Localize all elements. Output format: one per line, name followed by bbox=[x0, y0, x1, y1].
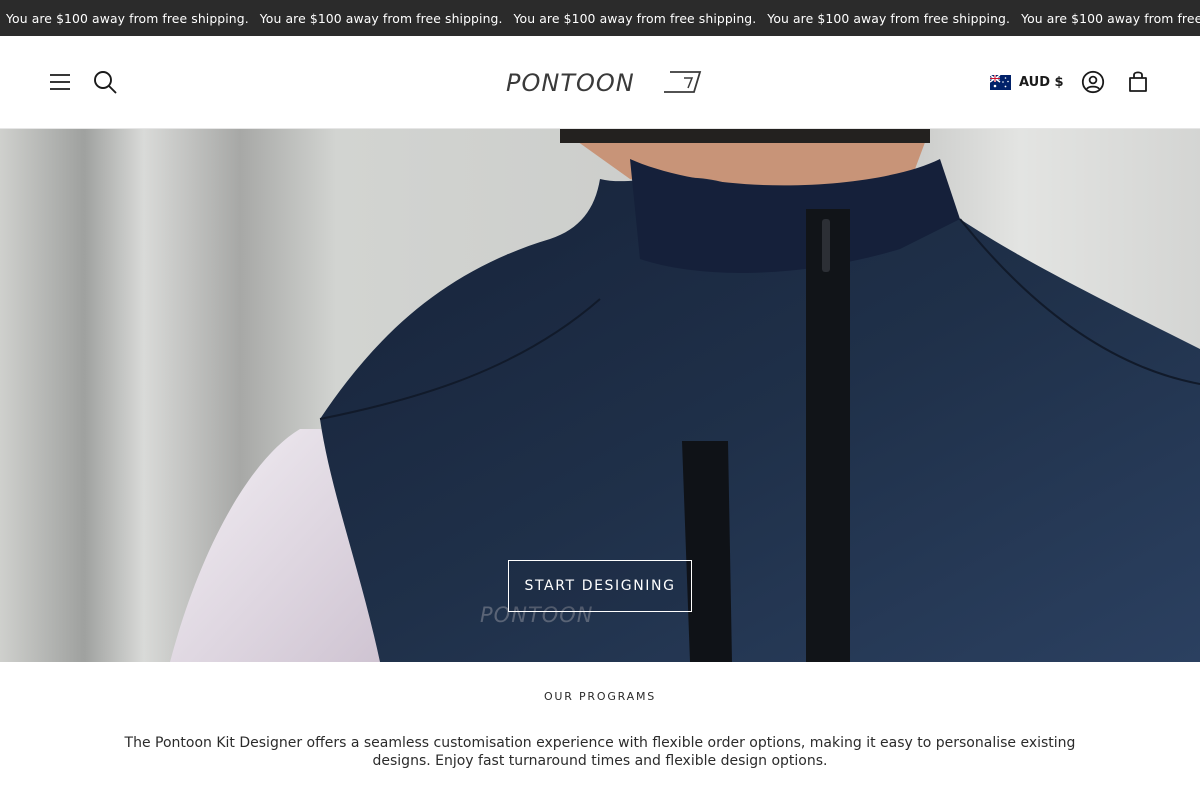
site-header: PONTOON AUD $ bbox=[0, 36, 1200, 129]
logo-text: PONTOON bbox=[506, 69, 635, 97]
announcement-text: You are $100 away from free shipping. bbox=[767, 10, 1011, 26]
section-heading: OUR PROGRAMS bbox=[543, 690, 657, 703]
announcement-text: You are $100 away from free shipping. bbox=[513, 10, 757, 26]
hamburger-menu-icon[interactable] bbox=[47, 69, 73, 95]
section-description: The Pontoon Kit Designer offers a seamle… bbox=[124, 735, 1076, 769]
announcement-bar: You are $100 away from free shipping. Yo… bbox=[0, 0, 1200, 36]
search-icon[interactable] bbox=[92, 69, 118, 95]
hero-banner: PONTOON START DESIGNING bbox=[0, 129, 1200, 662]
cart-icon[interactable] bbox=[1125, 69, 1151, 95]
announcement-text: You are $100 away from free shipping. bbox=[259, 10, 503, 26]
account-icon[interactable] bbox=[1080, 69, 1106, 95]
announcement-text: You are $100 away from free shipping. bbox=[1021, 10, 1200, 26]
currency-label: AUD $ bbox=[1019, 74, 1064, 90]
start-designing-button[interactable]: START DESIGNING bbox=[508, 560, 692, 612]
announcement-text: You are $100 away from free shipping. bbox=[6, 10, 249, 26]
currency-selector[interactable]: AUD $ bbox=[990, 72, 1064, 92]
announcement-track: You are $100 away from free shipping. Yo… bbox=[0, 11, 1200, 26]
programs-section: OUR PROGRAMS The Pontoon Kit Designer of… bbox=[0, 662, 1200, 800]
australia-flag-icon bbox=[990, 74, 1011, 90]
pontoon-logo[interactable]: PONTOON bbox=[504, 66, 702, 100]
